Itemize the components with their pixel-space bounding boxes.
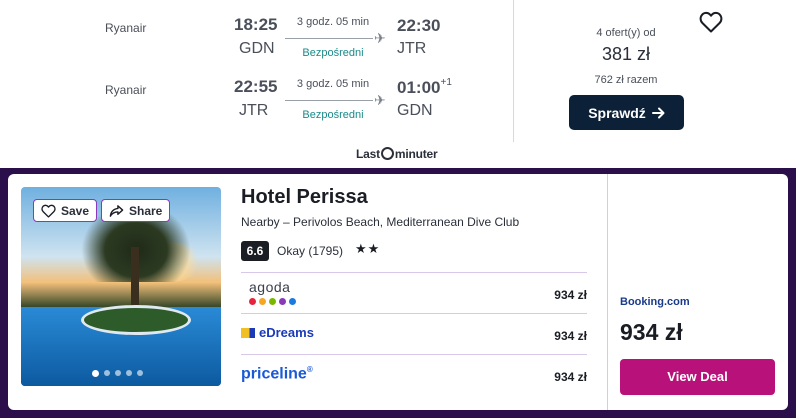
divider xyxy=(607,174,608,410)
pagination-dot[interactable] xyxy=(104,370,110,376)
heart-outline-icon xyxy=(41,204,56,218)
agoda-logo: agoda xyxy=(249,279,291,295)
offers-count: 4 ofert(y) od xyxy=(596,27,656,39)
agoda-dot xyxy=(249,298,256,305)
arrival-airport: GDN xyxy=(397,102,433,119)
provider-row-priceline[interactable]: priceline® 934 zł xyxy=(241,354,587,395)
flight-result-card[interactable]: Ryanair 18:25 GDN 3 godz. 05 min ✈ Bezpo… xyxy=(0,0,796,168)
stops-label: Bezpośredni xyxy=(302,47,364,59)
divider xyxy=(513,0,514,142)
check-button-label: Sprawdź xyxy=(588,104,646,121)
pagination-dot[interactable] xyxy=(92,370,99,377)
flight-duration: 3 godz. 05 min xyxy=(296,78,370,90)
departure-airport: JTR xyxy=(239,102,269,119)
pagination-dot[interactable] xyxy=(115,370,121,376)
airline-name: Ryanair xyxy=(105,21,147,35)
provider-logo-lastminute: Last minuter xyxy=(356,147,438,161)
route-line xyxy=(285,100,373,101)
photo-island xyxy=(81,305,191,335)
share-icon xyxy=(109,204,124,217)
hotel-photo[interactable]: Save Share xyxy=(21,187,221,386)
best-price: 934 zł xyxy=(620,319,683,345)
nearby-landmarks: Nearby – Perivolos Beach, Mediterranean … xyxy=(241,215,520,229)
plane-icon: ✈ xyxy=(374,92,386,108)
rating-score: 6.6 xyxy=(241,241,269,261)
edreams-mark xyxy=(241,327,255,338)
arrival-time: 22:30 xyxy=(397,16,441,35)
route-line xyxy=(285,38,373,39)
stops-label: Bezpośredni xyxy=(302,109,364,121)
rating-label: Okay (1795) xyxy=(277,244,344,258)
heart-outline-icon[interactable] xyxy=(699,11,723,33)
provider-row-edreams[interactable]: eDreams 934 zł xyxy=(241,313,587,354)
provider-row-agoda[interactable]: agoda 934 zł xyxy=(241,272,587,313)
plane-icon: ✈ xyxy=(374,30,386,46)
clock-icon xyxy=(380,147,394,160)
share-button[interactable]: Share xyxy=(101,199,171,222)
provider-price: 934 zł xyxy=(554,288,587,302)
agoda-dot xyxy=(279,298,286,305)
pagination-dot[interactable] xyxy=(126,370,132,376)
booking-logo: Booking.com xyxy=(620,296,690,308)
edreams-logo: eDreams xyxy=(241,325,314,340)
view-deal-button[interactable]: View Deal xyxy=(620,359,775,395)
agoda-logo-dots xyxy=(249,298,296,305)
check-button[interactable]: Sprawdź xyxy=(569,95,684,130)
hotel-result-frame: Save Share Hotel Perissa Nearby – Perivo… xyxy=(0,168,796,418)
outbound-leg: Ryanair 18:25 GDN 3 godz. 05 min ✈ Bezpo… xyxy=(0,10,512,70)
airline-name: Ryanair xyxy=(105,83,147,97)
arrow-right-icon xyxy=(651,107,665,118)
page: Ryanair 18:25 GDN 3 godz. 05 min ✈ Bezpo… xyxy=(0,0,796,418)
flight-duration: 3 godz. 05 min xyxy=(296,16,370,28)
return-leg: Ryanair 22:55 JTR 3 godz. 05 min ✈ Bezpo… xyxy=(0,72,512,132)
departure-time: 18:25 xyxy=(234,15,278,34)
photo-pagination xyxy=(92,370,143,377)
provider-price: 934 zł xyxy=(554,370,587,384)
provider-price: 934 zł xyxy=(554,329,587,343)
flight-price: 381 zł xyxy=(601,44,651,64)
total-price: 762 zł razem xyxy=(594,74,658,86)
share-label: Share xyxy=(129,203,163,218)
priceline-logo: priceline® xyxy=(241,365,313,383)
hotel-stars: ★★ xyxy=(355,241,381,256)
pagination-dot[interactable] xyxy=(137,370,143,376)
agoda-dot xyxy=(259,298,266,305)
agoda-dot xyxy=(269,298,276,305)
agoda-dot xyxy=(289,298,296,305)
departure-airport: GDN xyxy=(239,40,275,57)
departure-time: 22:55 xyxy=(234,77,278,96)
arrival-time: 01:00+1 xyxy=(397,77,452,97)
day-offset: +1 xyxy=(440,77,452,88)
hotel-name[interactable]: Hotel Perissa xyxy=(241,186,368,209)
save-button[interactable]: Save xyxy=(33,199,98,222)
hotel-result-card[interactable]: Save Share Hotel Perissa Nearby – Perivo… xyxy=(8,174,788,410)
save-label: Save xyxy=(61,203,90,218)
arrival-airport: JTR xyxy=(397,40,427,57)
